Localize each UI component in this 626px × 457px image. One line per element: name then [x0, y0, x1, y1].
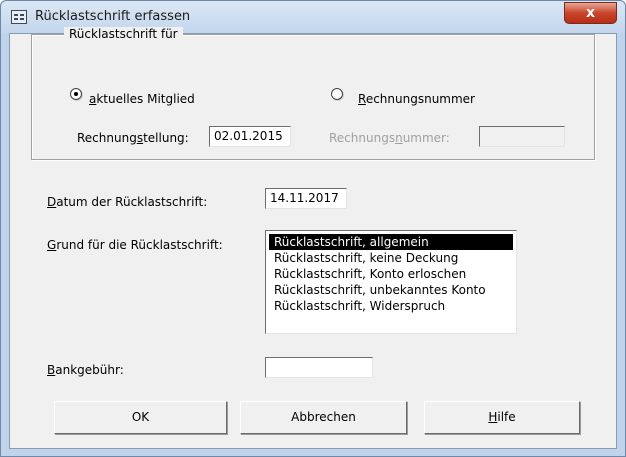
label-part: ankgebühr:	[55, 363, 124, 377]
label-part: tellung:	[143, 131, 189, 145]
billing-date-input[interactable]: 02.01.2015	[209, 126, 291, 147]
access-key: n	[395, 131, 403, 145]
radio-invoice-number[interactable]	[331, 88, 343, 100]
close-icon: x	[585, 5, 596, 21]
access-key: B	[47, 363, 56, 377]
bank-fee-label: Bankgebühr:	[47, 363, 124, 377]
reason-label: Grund für die Rücklastschrift:	[47, 238, 223, 252]
groupbox-legend: Rücklastschrift für	[64, 27, 183, 41]
invoice-number-input[interactable]	[479, 126, 565, 147]
label-part: Rechnungs	[329, 131, 396, 145]
radio-invoice-number-label[interactable]: Rechnungsnummer	[358, 92, 475, 106]
ok-button[interactable]: OK	[54, 401, 227, 434]
form-icon	[11, 10, 27, 24]
label-part: Rechnung	[77, 131, 137, 145]
reason-listbox[interactable]: Rücklastschrift, allgemein Rücklastschri…	[265, 230, 517, 334]
cancel-button[interactable]: Abbrechen	[240, 401, 407, 434]
reason-list-item[interactable]: Rücklastschrift, allgemein	[269, 234, 513, 250]
radio-checked-dot	[74, 92, 78, 96]
invoice-number-label: Rechnungsnummer:	[329, 131, 450, 145]
bank-fee-input[interactable]	[265, 357, 373, 378]
access-key: G	[47, 238, 57, 252]
access-key: R	[358, 92, 366, 106]
label-part: ktuelles Mitglied	[96, 92, 195, 106]
access-key: D	[47, 195, 57, 209]
help-button[interactable]: Hilfe	[424, 401, 580, 434]
label-part: atum der Rücklastschrift:	[56, 195, 208, 209]
close-button[interactable]: x	[564, 2, 617, 24]
label-part: ilfe	[497, 410, 516, 424]
billing-date-label: Rechnungstellung:	[77, 131, 189, 145]
return-date-input[interactable]: 14.11.2017	[265, 188, 347, 209]
reason-list-item[interactable]: Rücklastschrift, unbekanntes Konto	[269, 282, 513, 298]
label-part: ummer:	[402, 131, 450, 145]
reason-list-item[interactable]: Rücklastschrift, keine Deckung	[269, 250, 513, 266]
reason-list-item[interactable]: Rücklastschrift, Widerspruch	[269, 298, 513, 314]
reason-list-item[interactable]: Rücklastschrift, Konto erloschen	[269, 266, 513, 282]
window-title: Rücklastschrift erfassen	[35, 9, 191, 24]
radio-current-member-label[interactable]: aktuelles Mitglied	[89, 92, 195, 106]
label-part: rund für die Rücklastschrift:	[56, 238, 223, 252]
radio-current-member[interactable]	[70, 88, 82, 100]
label-part: echnungsnummer	[365, 92, 475, 106]
return-date-label: Datum der Rücklastschrift:	[47, 195, 207, 209]
